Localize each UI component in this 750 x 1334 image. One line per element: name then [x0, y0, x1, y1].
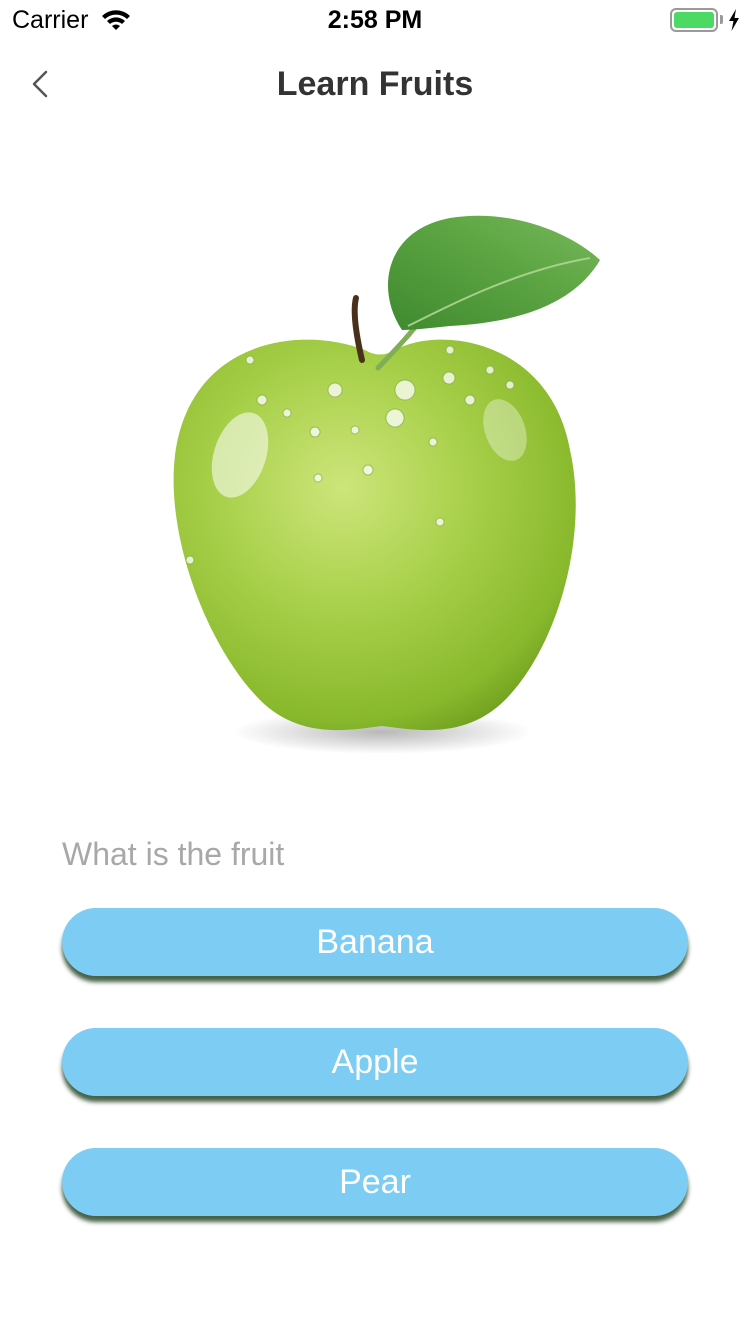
fruit-image: [150, 200, 620, 770]
battery-cap: [720, 15, 723, 24]
answer-button-pear[interactable]: Pear: [62, 1148, 688, 1216]
screen: Carrier 2:58 PM Learn Fruits What is the…: [0, 0, 750, 1334]
navigation-bar: Learn Fruits: [0, 40, 750, 128]
status-time: 2:58 PM: [327, 6, 423, 34]
answer-button-banana[interactable]: Banana: [62, 908, 688, 976]
battery-level-fill: [674, 12, 714, 28]
charging-bolt-icon: [728, 9, 740, 36]
question-text: What is the fruit: [62, 836, 285, 872]
answer-button-apple[interactable]: Apple: [62, 1028, 688, 1096]
battery-icon: [670, 8, 718, 32]
page-title: Learn Fruits: [276, 65, 474, 103]
status-bar: Carrier 2:58 PM: [0, 0, 750, 40]
